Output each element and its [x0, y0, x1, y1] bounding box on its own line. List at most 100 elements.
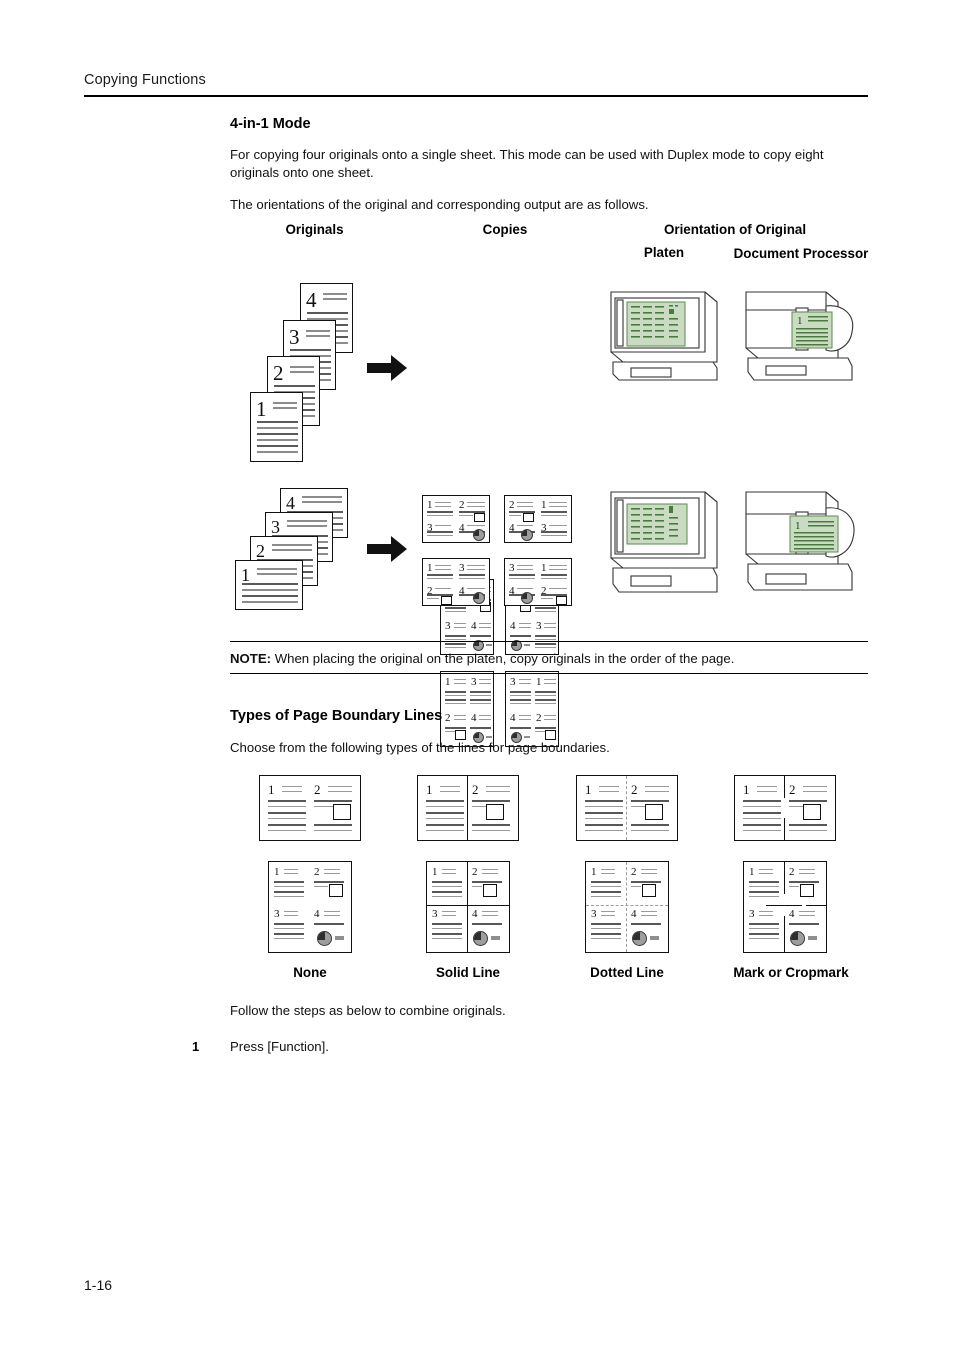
original-page-number: 1 — [256, 397, 267, 421]
boundary-image-box — [642, 884, 656, 897]
copy-cell-number: 2 — [445, 712, 451, 724]
boundary-cell-number: 2 — [472, 866, 478, 878]
boundary-label-cropmark: Mark or Cropmark — [733, 965, 849, 980]
section-paragraph-1: For copying four originals onto a single… — [230, 147, 824, 181]
boundary-cropmark-top — [784, 776, 786, 798]
boundary-image-box — [486, 804, 504, 820]
boundary-cropmark-bottom — [784, 818, 786, 840]
boundary-sample-2up-solid: 1 2 — [417, 775, 519, 841]
copy-image-box — [556, 596, 567, 605]
boundary-divider-horizontal — [427, 905, 509, 907]
boundary-sample-2up-none: 1 2 — [259, 775, 361, 841]
running-header: Copying Functions — [84, 72, 868, 88]
platen-machine-illustration-landscape — [605, 488, 723, 603]
boundary-cell-number: 2 — [472, 782, 479, 797]
copy-cell-number: 4 — [471, 712, 477, 724]
note-text: When placing the original on the platen,… — [271, 651, 735, 666]
boundary-cell-number: 3 — [432, 908, 438, 920]
copy-cell-number: 3 — [509, 562, 515, 574]
copy-sheet: 1 3 2 4 — [422, 558, 490, 606]
copy-cell-number: 1 — [536, 676, 542, 688]
copy-image-box — [441, 596, 452, 605]
document-processor-illustration-landscape: 1 — [740, 488, 862, 603]
boundary-sample-2up-dotted: 1 2 — [576, 775, 678, 841]
boundary-cell-number: 2 — [314, 866, 320, 878]
copy-cell-number: 3 — [510, 676, 516, 688]
arrow-right-icon — [367, 355, 407, 381]
copy-image-box — [545, 730, 556, 740]
boundary-sample-4up-cropmark: 1 2 3 4 — [743, 861, 827, 953]
boundary-label-solid: Solid Line — [436, 965, 500, 980]
boundary-cell-number: 1 — [743, 782, 750, 797]
original-page-number: 4 — [306, 288, 317, 312]
document-processor-illustration-portrait: 1 — [740, 288, 862, 386]
boundary-cropmark-top — [784, 862, 786, 894]
column-heading-document-processor: Document Processor — [733, 246, 869, 261]
copy-sheet: 1 2 3 4 — [422, 495, 490, 543]
copy-cell-number: 1 — [541, 562, 547, 574]
boundary-pie-icon — [317, 931, 332, 946]
copy-sheet: 1 3 2 4 — [440, 671, 494, 747]
boundary-cell-number: 3 — [591, 908, 597, 920]
original-page-number: 3 — [271, 517, 280, 537]
copy-cell-number: 2 — [509, 499, 515, 511]
copy-image-box — [523, 513, 534, 522]
copy-image-box — [474, 513, 485, 522]
copy-cell-number: 4 — [510, 620, 516, 632]
boundary-sample-4up-dotted: 1 2 3 4 — [585, 861, 669, 953]
copy-cell-number: 1 — [427, 562, 433, 574]
boundary-divider-dotted-vertical — [626, 862, 627, 952]
boundary-cell-number: 1 — [585, 782, 592, 797]
boundary-pie-icon — [632, 931, 647, 946]
step-text: Press [Function]. — [230, 1039, 329, 1054]
boundary-cell-number: 1 — [426, 782, 433, 797]
copy-cell-number: 3 — [536, 620, 542, 632]
boundary-pie-icon — [790, 931, 805, 946]
copy-pie-icon — [521, 529, 533, 541]
boundary-cell-number: 4 — [314, 908, 320, 920]
copy-sheet: 3 1 4 2 — [504, 558, 572, 606]
copy-cell-number: 3 — [459, 562, 465, 574]
boundary-cell-number: 3 — [274, 908, 280, 920]
boundary-cell-number: 2 — [631, 866, 637, 878]
boundary-divider-vertical — [467, 776, 469, 840]
original-sheet: 1 — [235, 560, 303, 610]
boundary-cell-number: 2 — [631, 782, 638, 797]
copy-pie-icon — [521, 592, 533, 604]
copy-cell-number: 4 — [510, 712, 516, 724]
boundary-sample-4up-none: 1 2 3 4 — [268, 861, 352, 953]
note-top-rule — [230, 641, 868, 643]
diagram-row-landscape: 4 3 2 1 1 2 3 4 2 1 4 3 1 3 2 4 3 1 4 2 … — [0, 488, 954, 613]
dp-page-number: 1 — [795, 520, 801, 532]
boundary-label-dotted: Dotted Line — [590, 965, 664, 980]
document-page: Copying Functions 4-in-1 Mode For copyin… — [0, 0, 954, 1351]
note-block: NOTE: When placing the original on the p… — [230, 651, 868, 666]
section-paragraph-2: The orientations of the original and cor… — [230, 197, 649, 213]
boundary-cell-number: 4 — [631, 908, 637, 920]
boundary-sample-4up-solid: 1 2 3 4 — [426, 861, 510, 953]
copy-cell-number: 3 — [471, 676, 477, 688]
copy-cell-number: 2 — [536, 712, 542, 724]
boundary-label-none: None — [293, 965, 327, 980]
boundary-cell-number: 2 — [789, 782, 796, 797]
header-rule — [84, 95, 868, 97]
copy-pie-icon — [473, 592, 485, 604]
copy-pie-icon — [473, 529, 485, 541]
boundary-cropmark-right — [806, 905, 826, 907]
copy-cell-number: 1 — [445, 676, 451, 688]
boundary-cell-number: 1 — [591, 866, 597, 878]
boundary-cell-number: 1 — [268, 782, 275, 797]
boundary-pie-icon — [473, 931, 488, 946]
boundary-cell-number: 4 — [789, 908, 795, 920]
column-heading-orientation: Orientation of Original — [663, 222, 807, 237]
boundary-sample-2up-cropmark: 1 2 — [734, 775, 836, 841]
originals-stack-portrait: 4 3 2 1 — [250, 283, 360, 463]
boundary-section-subtitle: Choose from the following types of the l… — [230, 740, 610, 755]
original-page-number: 3 — [289, 325, 300, 349]
copy-cell-number: 3 — [445, 620, 451, 632]
boundary-cell-number: 2 — [789, 866, 795, 878]
originals-stack-landscape: 4 3 2 1 — [235, 488, 355, 610]
boundary-divider-dotted-horizontal — [586, 905, 668, 906]
section-intro: 4-in-1 Mode For copying four originals o… — [230, 116, 868, 229]
boundary-cropmark-left — [766, 905, 802, 907]
